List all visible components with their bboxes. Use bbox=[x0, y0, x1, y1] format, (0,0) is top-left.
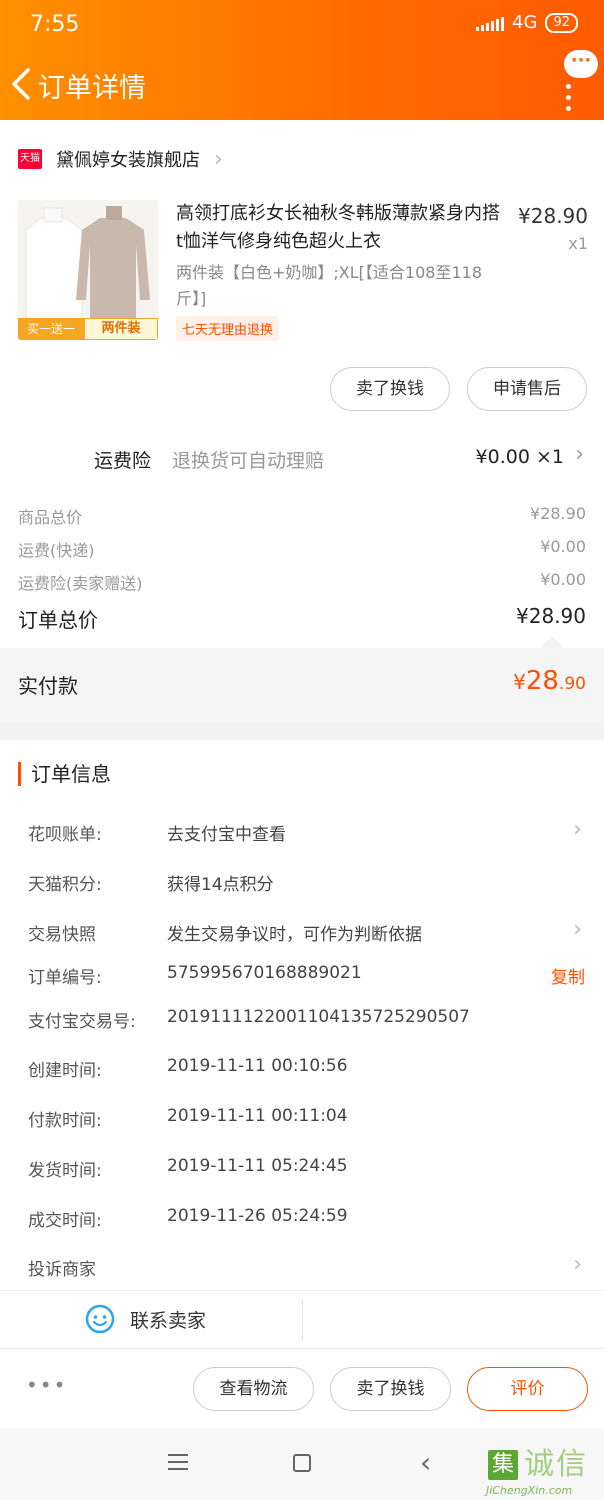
clock: 7:55 bbox=[30, 12, 80, 37]
amount-paid-box: 实付款 ¥28.90 bbox=[0, 636, 604, 722]
product-price: ¥28.90 bbox=[518, 204, 588, 228]
copy-button[interactable]: 复制 bbox=[551, 963, 585, 988]
product-thumbnail[interactable]: 买一送一 两件装 bbox=[18, 200, 158, 340]
message-bubble-icon[interactable]: ··· bbox=[564, 50, 598, 78]
info-value: 获得14点积分 bbox=[167, 875, 274, 895]
fee-label: 运费险(卖家赠送) bbox=[18, 574, 143, 593]
paid-label: 实付款 bbox=[18, 674, 78, 698]
chevron-right-icon: › bbox=[573, 817, 582, 842]
watermark-url: JiChengXin.com bbox=[486, 1484, 573, 1497]
insurance-label: 运费险 bbox=[94, 450, 152, 472]
info-key: 花呗账单: bbox=[28, 825, 102, 845]
info-value: 2019-11-11 00:10:56 bbox=[167, 1056, 348, 1076]
app-header: 7:55 4G 92 订单详情 ··· bbox=[0, 0, 604, 120]
fee-row-goods: 商品总价 ¥28.90 bbox=[18, 504, 586, 528]
contact-area: 联系卖家 bbox=[0, 1290, 604, 1348]
promo-buy-one-get-one: 买一送一 bbox=[18, 318, 84, 340]
paid-integer: 28 bbox=[525, 666, 559, 696]
info-value: 2019111122001104135725290507 bbox=[167, 1007, 470, 1027]
info-key: 成交时间: bbox=[28, 1211, 102, 1231]
customer-service-icon bbox=[85, 1304, 115, 1334]
tmall-logo-icon: 天猫 bbox=[18, 149, 42, 169]
menu-icon[interactable] bbox=[168, 1454, 188, 1475]
info-value: 2019-11-11 00:11:04 bbox=[167, 1106, 348, 1126]
order-info-card: 订单信息 花呗账单: 去支付宝中查看 › 天猫积分: 获得14点积分 交易快照 … bbox=[0, 740, 604, 1290]
fee-row-shipping: 运费(快递) ¥0.00 bbox=[18, 537, 586, 561]
watermark-logo: 集 诚信 JiChengXin.com bbox=[486, 1448, 604, 1500]
network-label: 4G bbox=[512, 12, 538, 33]
signal-icon bbox=[476, 15, 505, 31]
fee-label: 商品总价 bbox=[18, 508, 83, 527]
info-key: 天猫积分: bbox=[28, 875, 102, 895]
home-icon[interactable] bbox=[293, 1454, 311, 1472]
status-bar: 7:55 4G 92 bbox=[0, 0, 604, 50]
order-number: 575995670168889021 bbox=[167, 963, 362, 983]
sell-for-cash-button[interactable]: 卖了换钱 bbox=[330, 1367, 451, 1411]
system-back-icon[interactable]: ‹ bbox=[420, 1446, 431, 1479]
chevron-right-icon: › bbox=[214, 146, 223, 172]
shipping-insurance-row[interactable]: 运费险 退换货可自动理赔 ¥0.00 ×1 › bbox=[0, 442, 604, 474]
view-logistics-button[interactable]: 查看物流 bbox=[193, 1367, 314, 1411]
fee-row-insurance: 运费险(卖家赠送) ¥0.00 bbox=[18, 570, 586, 594]
fee-value: ¥28.90 bbox=[530, 504, 586, 523]
info-key: 创建时间: bbox=[28, 1061, 102, 1081]
order-product-card: 天猫 黛佩婷女装旗舰店 › 买一送一 两件装 高领打底衫女长袖秋冬韩版薄款紧身内… bbox=[0, 120, 604, 720]
fee-label: 运费(快递) bbox=[18, 541, 95, 560]
status-icons: 4G 92 bbox=[476, 12, 578, 33]
total-label: 订单总价 bbox=[18, 608, 98, 632]
sell-for-cash-button[interactable]: 卖了换钱 bbox=[330, 367, 450, 411]
info-key: 投诉商家 bbox=[28, 1260, 96, 1280]
promo-two-pieces: 两件装 bbox=[84, 318, 158, 340]
paid-amount: ¥28.90 bbox=[513, 666, 586, 696]
info-key: 发货时间: bbox=[28, 1161, 102, 1181]
chevron-right-icon: › bbox=[573, 917, 582, 942]
info-value: 2019-11-26 05:24:59 bbox=[167, 1206, 348, 1226]
page-title: 订单详情 bbox=[38, 73, 146, 104]
watermark-chars: 诚信 bbox=[524, 1447, 588, 1482]
paid-decimal: .90 bbox=[558, 674, 586, 694]
info-key: 支付宝交易号: bbox=[28, 1012, 136, 1032]
info-value: 发生交易争议时，可作为判断依据 bbox=[167, 925, 422, 945]
fee-value: ¥0.00 bbox=[540, 537, 586, 556]
return-policy-badge: 七天无理由退换 bbox=[176, 316, 280, 341]
contact-seller-button[interactable]: 联系卖家 bbox=[84, 1303, 206, 1335]
back-arrow-icon[interactable] bbox=[8, 64, 38, 104]
product-quantity: x1 bbox=[568, 234, 588, 253]
watermark-box: 集 bbox=[488, 1450, 518, 1480]
review-button[interactable]: 评价 bbox=[467, 1367, 588, 1411]
chevron-right-icon: › bbox=[575, 442, 584, 467]
insurance-value: ¥0.00 ×1 bbox=[475, 446, 564, 468]
image-promo-banner: 买一送一 两件装 bbox=[18, 318, 158, 340]
after-sale-button[interactable]: 申请售后 bbox=[467, 367, 587, 411]
info-key: 交易快照 bbox=[28, 925, 96, 945]
info-value: 去支付宝中查看 bbox=[167, 825, 286, 845]
contact-seller-label: 联系卖家 bbox=[130, 1309, 207, 1332]
shop-name: 黛佩婷女装旗舰店 bbox=[56, 150, 200, 171]
order-total-row: 订单总价 ¥28.90 bbox=[18, 604, 586, 633]
bottom-action-bar: ••• 查看物流 卖了换钱 评价 bbox=[0, 1348, 604, 1428]
order-info-title: 订单信息 bbox=[18, 762, 111, 786]
paid-currency: ¥ bbox=[513, 670, 526, 694]
product-sku: 两件装【白色+奶咖】;XL[【适合108至118斤】] bbox=[176, 263, 482, 308]
info-key: 订单编号: bbox=[28, 968, 102, 988]
product-title[interactable]: 高领打底衫女长袖秋冬韩版薄款紧身内搭t恤洋气修身纯色超火上衣 bbox=[176, 200, 504, 256]
info-key: 付款时间: bbox=[28, 1111, 102, 1131]
more-actions-button[interactable]: ••• bbox=[26, 1373, 67, 1397]
total-value: ¥28.90 bbox=[516, 604, 586, 628]
nav-bar: 订单详情 ··· bbox=[0, 50, 604, 120]
fee-value: ¥0.00 bbox=[540, 570, 586, 589]
battery-icon: 92 bbox=[545, 12, 578, 33]
divider bbox=[302, 1299, 303, 1341]
shop-link[interactable]: 天猫 黛佩婷女装旗舰店 › bbox=[18, 146, 223, 172]
info-value: 2019-11-11 05:24:45 bbox=[167, 1156, 348, 1176]
insurance-desc: 退换货可自动理赔 bbox=[172, 450, 325, 472]
chevron-right-icon: › bbox=[573, 1252, 582, 1277]
more-vertical-icon[interactable] bbox=[566, 84, 572, 114]
